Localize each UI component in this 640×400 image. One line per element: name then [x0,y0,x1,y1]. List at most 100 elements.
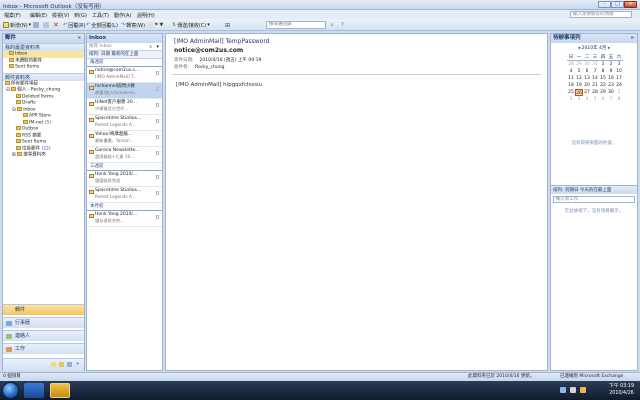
start-button[interactable] [2,382,19,399]
flag-icon[interactable] [156,119,159,123]
calendar-day[interactable]: 27 [583,89,591,96]
calendar-day[interactable]: 16 [607,75,615,82]
calendar-day[interactable]: 9 [607,68,615,75]
calendar-day[interactable]: 4 [567,68,575,75]
calendar-day[interactable]: 13 [583,75,591,82]
folder-list-icon[interactable] [59,362,64,367]
calendar-day[interactable]: 10 [615,68,623,75]
calendar-day[interactable]: 18 [567,82,575,89]
calendar-day[interactable]: 30 [607,89,615,96]
new-button[interactable]: 新增(N) ▾ [3,21,31,29]
calendar-day[interactable]: 24 [615,82,623,89]
calendar-day[interactable]: 12 [575,75,583,82]
list-item[interactable]: HiNet客戶服務 20... 中華電信光世代... [87,99,162,115]
calendar-day[interactable]: 5 [591,96,599,103]
calendar-day[interactable]: 7 [591,68,599,75]
list-item-selected[interactable]: hichannel訪問小教 恭喜!加入hichannel... [87,83,162,99]
nav-calendar-button[interactable]: 行事曆 [3,317,84,328]
message-sender[interactable]: notice@com2us.com [174,47,243,54]
help-search-input[interactable]: 輸入需要解答的問題 [570,10,632,18]
calendar-day[interactable]: 28 [567,61,575,68]
nav-tasks-button[interactable]: 工作 [3,343,84,354]
task-sort-header[interactable]: 排列: 到期日 今天的在最上面 [551,185,637,194]
favorites-header[interactable]: 我的最愛資料夾 [3,43,84,51]
calendar-day[interactable]: 15 [599,75,607,82]
menu-tools[interactable]: 工具(T) [92,12,109,19]
expand-query-icon[interactable]: ▾ [156,43,159,51]
list-item[interactable]: Spacetime Studios... Pocket Legends A... [87,187,162,203]
search-address-button[interactable]: ⌕ [331,21,334,29]
calendar-day[interactable]: 5 [575,68,583,75]
calendar-day[interactable]: 2 [607,61,615,68]
calendar-day[interactable]: 28 [591,89,599,96]
calendar-day[interactable]: 17 [615,75,623,82]
list-item[interactable]: Garena Newslette... 超限餐殺+七星 20... [87,147,162,163]
list-item[interactable]: Honk Yang 2010/... 儲值收款完成 [87,171,162,187]
calendar-day[interactable]: 1 [599,61,607,68]
move-button[interactable] [43,21,49,29]
close-button[interactable]: × [624,1,637,8]
tree-search-folders[interactable]: ⊞ 搜尋資料夾 [3,152,84,159]
internet-explorer-icon[interactable] [24,383,44,398]
nav-mail-button[interactable]: 郵件 [3,304,84,315]
calendar-day[interactable]: 3 [575,96,583,103]
calendar-day[interactable]: 29 [575,61,583,68]
volume-icon[interactable] [570,387,576,393]
network-icon[interactable] [560,387,566,393]
calendar-day[interactable]: 21 [591,82,599,89]
flag-icon[interactable] [156,103,159,107]
calendar-day[interactable]: 4 [583,96,591,103]
menu-actions[interactable]: 動作(A) [114,12,131,19]
group-header[interactable]: 本月初 [87,203,162,211]
calendar-day[interactable]: 29 [599,89,607,96]
mail-folders-header[interactable]: 郵件資料夾 [3,72,84,81]
flag-icon[interactable] [156,151,159,155]
calendar-today[interactable]: 26 [575,89,583,96]
print-button[interactable] [33,21,39,29]
shortcuts-icon[interactable] [67,362,72,367]
list-search-input[interactable]: 搜尋 Inbox [87,44,112,49]
calendar-day[interactable]: 3 [615,61,623,68]
collapse-icon[interactable]: » [630,34,634,43]
flag-toolbar-button[interactable]: ⚑ ▼ [147,21,163,29]
reply-button[interactable]: ↶ 回覆(R) [63,21,86,29]
flag-icon[interactable] [156,191,159,195]
calendar-day[interactable]: 11 [567,75,575,82]
calendar-day[interactable]: 23 [607,82,615,89]
address-search-input[interactable]: 搜尋通訊錄 [266,21,326,29]
calendar-day[interactable]: 1 [615,89,623,96]
calendar-day[interactable]: 8 [599,68,607,75]
menu-file[interactable]: 檔案(F) [4,12,21,19]
new-task-input[interactable]: 輸入新工作 [553,196,635,203]
calendar-day[interactable]: 7 [607,96,615,103]
list-item[interactable]: Honk Yang 2010/... 儲存退款合約... [87,211,162,227]
list-item[interactable]: notice@com2us.c... [IMO AdminMail] T... [87,67,162,83]
outlook-task-icon[interactable] [50,383,70,398]
next-month-icon[interactable]: ▸ [608,46,610,51]
address-book-button[interactable]: ⊞ [225,21,230,29]
flag-icon[interactable] [156,135,159,139]
nav-contacts-button[interactable]: 連絡人 [3,330,84,341]
delete-button[interactable]: ✕ [53,21,59,29]
search-icon[interactable]: ⌕ [149,43,152,51]
menu-go[interactable]: 到(G) [74,12,87,19]
favorite-sent[interactable]: Sent Items [3,64,84,71]
calendar-day[interactable]: 19 [575,82,583,89]
calendar-day[interactable]: 6 [599,96,607,103]
calendar-day[interactable]: 25 [567,89,575,96]
list-item[interactable]: Spacetime Studios... Pocket Legends A... [87,115,162,131]
group-header[interactable]: 兩週前 [87,59,162,67]
flag-icon[interactable] [156,71,159,75]
list-item[interactable]: Yahoo!奇摩超級... 最新優惠、Yahoo!... [87,131,162,147]
calendar-day[interactable]: 14 [591,75,599,82]
menu-edit[interactable]: 編輯(E) [30,12,47,19]
clock[interactable]: 下午 03:19 2010/4/26 [609,383,634,397]
collapse-icon[interactable]: « [77,34,81,43]
menu-view[interactable]: 檢視(V) [52,12,69,19]
configure-buttons-icon[interactable]: » [76,359,79,370]
list-search[interactable]: 搜尋 Inbox ⌕ ▾ [87,43,162,51]
group-header[interactable]: 三週前 [87,163,162,171]
help-button[interactable]: ? [341,21,344,29]
forward-button[interactable]: ↷ 轉寄(W) [121,21,145,29]
connection-status[interactable]: 已連線到 Microsoft Exchange [560,373,623,381]
